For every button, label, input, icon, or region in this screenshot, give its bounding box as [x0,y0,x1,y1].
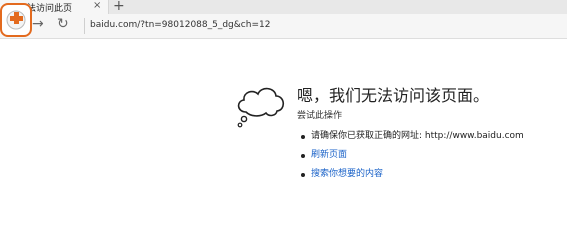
bullet-icon [301,135,305,139]
refresh-button[interactable]: ↻ [57,16,69,32]
toolbar-divider [84,18,85,34]
navigation-bar: → ↻ baidu.com/?tn=98012088_5_dg&ch=12 [0,14,567,39]
refresh-page-link[interactable]: 刷新页面 [311,150,347,160]
forward-button[interactable]: → [32,16,44,32]
address-bar[interactable]: baidu.com/?tn=98012088_5_dg&ch=12 [90,20,270,30]
bullet-icon [301,173,305,177]
cloud-icon [232,79,292,133]
bullet-icon [301,154,305,158]
error-subtitle: 尝试此操作 [297,111,343,121]
suggestion-list: 请确保你已获取正确的网址: http://www.baidu.com 刷新页面 … [297,127,524,184]
tab-close-button[interactable]: × [93,0,101,11]
search-content-link[interactable]: 搜索你想要的内容 [311,169,383,179]
suggestion-refresh[interactable]: 刷新页面 [297,146,524,165]
new-tab-button[interactable]: + [113,0,125,14]
tab-bar: 无法访问此页 × + [0,0,567,17]
suggestion-check-url: 请确保你已获取正确的网址: http://www.baidu.com [297,127,524,146]
logo-badge-icon [0,3,32,37]
suggestion-text: 请确保你已获取正确的网址: http://www.baidu.com [311,131,524,141]
suggestion-search[interactable]: 搜索你想要的内容 [297,165,524,184]
error-title: 嗯，我们无法访问该页面。 [297,86,490,105]
